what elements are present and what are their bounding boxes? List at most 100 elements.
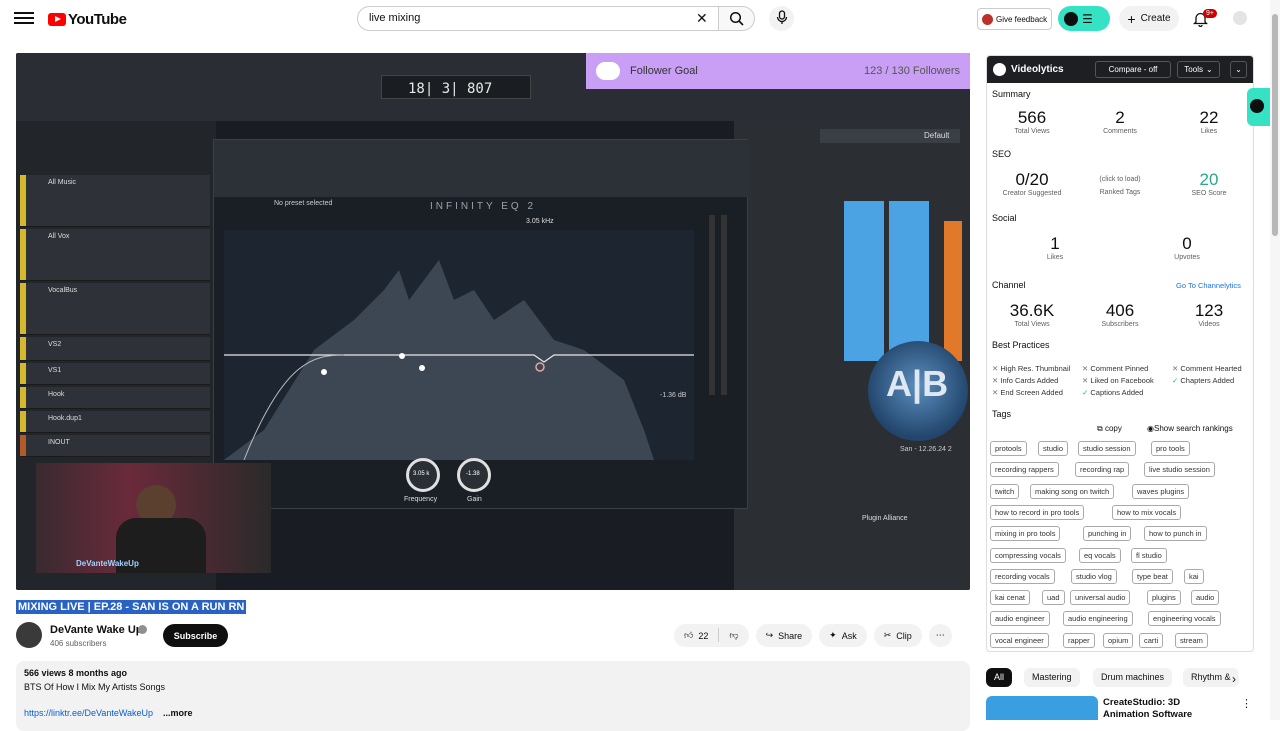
scrollbar-thumb[interactable] bbox=[1272, 14, 1278, 236]
tag-chip[interactable]: how to record in pro tools bbox=[990, 505, 1085, 520]
social-label: Social bbox=[992, 213, 1017, 223]
suggested-video-title[interactable]: CreateStudio: 3D Animation Software bbox=[1103, 697, 1228, 721]
tag-chip[interactable]: pro tools bbox=[1151, 441, 1190, 456]
tag-chip[interactable]: eq vocals bbox=[1079, 548, 1121, 563]
tag-chip[interactable]: studio vlog bbox=[1071, 569, 1117, 584]
default-label: Default bbox=[924, 131, 950, 140]
description-box[interactable] bbox=[16, 661, 970, 731]
channelytics-link[interactable]: Go To Channelytics bbox=[1176, 281, 1241, 290]
eq-spectrum-graph[interactable] bbox=[224, 230, 704, 461]
track: All Music bbox=[20, 175, 210, 227]
ask-label: Ask bbox=[841, 630, 857, 641]
chip-3[interactable]: Rhythm & bbox=[1183, 668, 1239, 687]
chevron-right-icon[interactable]: › bbox=[1232, 672, 1236, 686]
ask-button[interactable]: ✦ Ask bbox=[819, 624, 867, 647]
tag-chip[interactable]: recording rappers bbox=[990, 462, 1059, 477]
more-vert-icon[interactable]: ⋮ bbox=[1241, 697, 1252, 710]
panel-title: Videolytics bbox=[1011, 64, 1064, 75]
search-input[interactable] bbox=[369, 12, 689, 24]
video-title: MIXING LIVE | EP.28 - SAN IS ON A RUN RN bbox=[16, 600, 247, 614]
summary-likes: 22 Likes bbox=[1199, 108, 1219, 135]
tag-chip[interactable]: recording vocals bbox=[990, 569, 1055, 584]
cloud-icon bbox=[596, 62, 620, 80]
tag-chip[interactable]: universal audio bbox=[1070, 590, 1131, 605]
tag-chip[interactable]: stream bbox=[1175, 633, 1208, 648]
channel-name[interactable]: DeVante Wake Up bbox=[50, 624, 143, 636]
tag-chip[interactable]: audio engineering bbox=[1063, 611, 1133, 626]
best-practice-item: ✓ Chapters Added bbox=[1172, 376, 1235, 385]
output-meter bbox=[699, 215, 739, 515]
tag-chip[interactable]: uad bbox=[1042, 590, 1065, 605]
share-button[interactable]: ↪ Share bbox=[755, 624, 813, 647]
give-feedback-button[interactable]: Give feedback bbox=[977, 8, 1052, 30]
videolytics-extension-button[interactable]: ☰ bbox=[1058, 6, 1110, 31]
tag-chip[interactable]: kai bbox=[1184, 569, 1204, 584]
share-icon: ↪ bbox=[765, 630, 774, 640]
search-box[interactable] bbox=[357, 6, 719, 31]
chip-0[interactable]: All bbox=[986, 668, 1013, 687]
clip-button[interactable]: ✂ Clip bbox=[873, 624, 922, 647]
voice-search-button[interactable] bbox=[769, 6, 794, 31]
tag-chip[interactable]: live studio session bbox=[1144, 462, 1215, 477]
scissors-icon: ✂ bbox=[883, 630, 892, 640]
tag-chip[interactable]: punching in bbox=[1083, 526, 1132, 541]
video-player[interactable]: 18| 3| 807 All Music All Vox VocalBus VS… bbox=[16, 53, 970, 590]
channel-avatar[interactable] bbox=[16, 622, 42, 648]
tag-chip[interactable]: how to mix vocals bbox=[1112, 505, 1182, 520]
account-avatar[interactable] bbox=[1233, 11, 1247, 25]
tag-chip[interactable]: carti bbox=[1139, 633, 1164, 648]
compare-button[interactable]: Compare - off bbox=[1095, 61, 1171, 78]
close-icon[interactable]: ✕ bbox=[696, 11, 708, 25]
more-actions-button[interactable]: ⋯ bbox=[928, 624, 952, 647]
collapse-button[interactable]: ⌄ bbox=[1230, 61, 1247, 78]
plus-icon: + bbox=[1127, 10, 1136, 27]
suggested-video-thumbnail[interactable] bbox=[986, 696, 1098, 720]
create-button[interactable]: + Create bbox=[1119, 6, 1179, 31]
chip-2[interactable]: Drum machines bbox=[1093, 668, 1173, 687]
tag-chip[interactable]: rapper bbox=[1063, 633, 1095, 648]
search-button[interactable] bbox=[719, 6, 755, 31]
best-practice-item: ✓ Captions Added bbox=[1082, 388, 1144, 397]
copy-tags-button[interactable]: ⧉ copy bbox=[1097, 424, 1122, 434]
tag-chip[interactable]: vocal engineer bbox=[990, 633, 1049, 648]
description-link[interactable]: https://linktr.ee/DeVanteWakeUp bbox=[24, 708, 153, 718]
seo-label: SEO bbox=[992, 149, 1012, 159]
youtube-logo[interactable]: YouTube bbox=[48, 11, 127, 28]
sparkle-icon: ✦ bbox=[829, 630, 837, 640]
tag-chip[interactable]: studio bbox=[1038, 441, 1069, 456]
subscriber-count: 406 subscribers bbox=[50, 639, 107, 648]
social-upvotes: 0 Upvotes bbox=[1174, 234, 1200, 261]
tag-chip[interactable]: how to punch in bbox=[1144, 526, 1207, 541]
tag-chip[interactable]: twitch bbox=[990, 484, 1020, 499]
tag-chip[interactable]: fl studio bbox=[1131, 548, 1167, 563]
tag-chip[interactable]: type beat bbox=[1132, 569, 1173, 584]
tag-chip[interactable]: mixing in pro tools bbox=[990, 526, 1061, 541]
tag-chip[interactable]: waves plugins bbox=[1132, 484, 1190, 499]
infinity-eq-plugin-window: No preset selected INFINITY EQ 2 3.05 kH… bbox=[213, 139, 749, 509]
tag-chip[interactable]: engineering vocals bbox=[1148, 611, 1221, 626]
tag-chip[interactable]: studio session bbox=[1078, 441, 1136, 456]
tag-chip[interactable]: opium bbox=[1103, 633, 1134, 648]
tag-chip[interactable]: recording rap bbox=[1075, 462, 1130, 477]
chip-1[interactable]: Mastering bbox=[1024, 668, 1080, 687]
preset-label: No preset selected bbox=[274, 200, 333, 207]
tag-chip[interactable]: making song on twitch bbox=[1030, 484, 1115, 499]
tag-chip[interactable]: kai cenat bbox=[990, 590, 1031, 605]
tag-chip[interactable]: audio engineer bbox=[990, 611, 1050, 626]
tag-chip[interactable]: plugins bbox=[1147, 590, 1181, 605]
subscribe-button[interactable]: Subscribe bbox=[163, 624, 228, 647]
hamburger-icon: ☰ bbox=[1082, 11, 1093, 26]
dislike-button[interactable]: 👎︎ bbox=[719, 624, 748, 647]
like-button[interactable]: 👍︎ 22 bbox=[674, 624, 718, 647]
show-search-rankings[interactable]: ◉Show search rankings bbox=[1147, 424, 1233, 433]
tools-button[interactable]: Tools ⌄ bbox=[1177, 61, 1220, 78]
top-bar: YouTube ✕ Give feedback ☰ + Create 9+ bbox=[0, 0, 1280, 38]
more-button[interactable]: ...more bbox=[163, 708, 193, 718]
best-practice-item: ✕ Comment Pinned bbox=[1082, 364, 1149, 373]
seo-ranked-tags[interactable]: (click to load) Ranked Tags bbox=[1080, 176, 1160, 196]
tag-chip[interactable]: audio bbox=[1191, 590, 1220, 605]
menu-icon[interactable] bbox=[14, 9, 34, 29]
tag-chip[interactable]: compressing vocals bbox=[990, 548, 1066, 563]
tag-chip[interactable]: protools bbox=[990, 441, 1027, 456]
ab-metric-label: A|B bbox=[886, 363, 949, 404]
